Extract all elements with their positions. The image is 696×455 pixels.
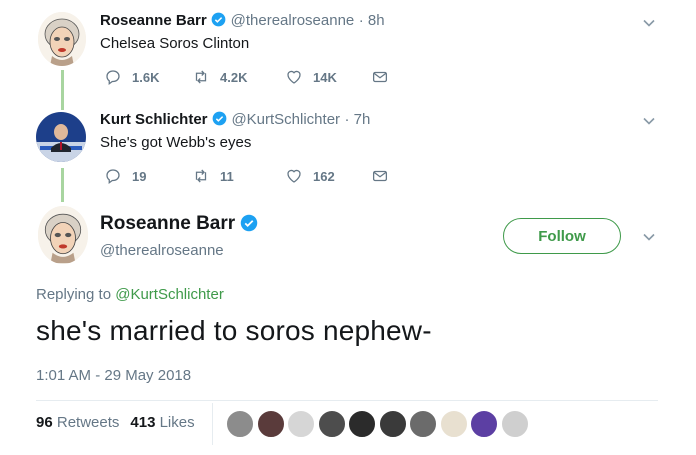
retweet-button[interactable]: 11 xyxy=(192,167,285,185)
avatar-roseanne[interactable] xyxy=(38,12,86,66)
tweet2-name[interactable]: Kurt Schlichter xyxy=(100,111,208,128)
main-name[interactable]: Roseanne Barr xyxy=(100,213,235,234)
like-button[interactable]: 14K xyxy=(285,68,371,86)
roseanne-caricature-icon xyxy=(38,206,88,264)
liker-avatar[interactable] xyxy=(226,410,254,438)
main-header: Roseanne Barr xyxy=(100,213,258,235)
divider xyxy=(36,400,658,401)
liker-avatar[interactable] xyxy=(256,410,285,438)
reply-count: 19 xyxy=(132,168,147,184)
tweet1-name[interactable]: Roseanne Barr xyxy=(100,12,207,29)
liker-avatar[interactable] xyxy=(378,410,407,438)
replying-to-link[interactable]: @KurtSchlichter xyxy=(115,286,224,303)
tweet1-text: Chelsea Soros Clinton xyxy=(100,35,250,52)
likes-label: Likes xyxy=(159,414,195,431)
tweet2-header: Kurt Schlichter @KurtSchlichter · 7h xyxy=(100,111,370,129)
main-tweet-text: she's married to soros nephew- xyxy=(36,315,432,346)
replying-to: Replying to @KurtSchlichter xyxy=(36,286,224,303)
retweet-button[interactable]: 4.2K xyxy=(192,68,285,86)
dm-button[interactable] xyxy=(371,167,389,185)
tweet2-actions: 19 11 162 xyxy=(104,167,389,185)
tweet2-time[interactable]: · 7h xyxy=(345,111,371,128)
likes-stat[interactable]: 413 Likes xyxy=(130,414,194,431)
liker-avatar[interactable] xyxy=(439,410,468,438)
thread-line xyxy=(61,70,64,110)
retweet-count: 4.2K xyxy=(220,69,248,85)
roseanne-caricature-icon xyxy=(38,12,86,66)
chevron-down-icon[interactable] xyxy=(641,113,657,129)
liker-avatar[interactable] xyxy=(287,410,315,438)
kurt-photo-icon xyxy=(36,112,86,162)
like-button[interactable]: 162 xyxy=(285,167,371,185)
dm-button[interactable] xyxy=(371,68,389,86)
reply-icon xyxy=(106,169,120,185)
reply-icon xyxy=(106,70,120,86)
envelope-icon xyxy=(372,170,388,182)
reply-count: 1.6K xyxy=(132,69,160,85)
tweet1-actions: 1.6K 4.2K 14K xyxy=(104,68,389,86)
like-count: 162 xyxy=(313,168,335,184)
likes-count: 413 xyxy=(130,414,156,431)
liker-avatar[interactable] xyxy=(409,410,437,438)
retweets-stat[interactable]: 96 Retweets xyxy=(36,414,119,431)
tweet2-handle[interactable]: @KurtSchlichter xyxy=(231,111,340,128)
liker-avatar[interactable] xyxy=(348,410,376,438)
tweet1-handle[interactable]: @therealroseanne xyxy=(231,12,355,29)
main-handle[interactable]: @therealroseanne xyxy=(100,242,224,259)
like-count: 14K xyxy=(313,69,337,85)
stats-separator xyxy=(212,403,213,445)
tweet1-header: Roseanne Barr @therealroseanne · 8h xyxy=(100,12,385,30)
follow-button[interactable]: Follow xyxy=(503,218,621,254)
retweet-count: 11 xyxy=(220,168,234,184)
engagement-stats: 96 Retweets 413 Likes xyxy=(36,414,195,431)
retweet-icon xyxy=(195,70,207,84)
heart-icon xyxy=(287,70,301,84)
heart-icon xyxy=(287,169,301,183)
chevron-down-icon[interactable] xyxy=(641,229,657,245)
retweets-label: Retweets xyxy=(56,414,120,431)
envelope-icon xyxy=(372,71,388,83)
chevron-down-icon[interactable] xyxy=(641,15,657,31)
liker-avatar[interactable] xyxy=(470,410,498,438)
main-timestamp[interactable]: 1:01 AM - 29 May 2018 xyxy=(36,367,191,384)
tweet1-time[interactable]: · 8h xyxy=(359,12,385,29)
reply-button[interactable]: 19 xyxy=(104,167,192,185)
avatar-roseanne-main[interactable] xyxy=(38,206,88,264)
liker-avatar[interactable] xyxy=(317,410,346,438)
replying-prefix: Replying to xyxy=(36,286,112,303)
liker-avatar[interactable] xyxy=(500,410,529,438)
retweets-count: 96 xyxy=(36,414,53,431)
thread-line xyxy=(61,168,64,202)
verified-badge-icon xyxy=(240,214,257,232)
verified-badge-icon xyxy=(211,12,226,27)
tweet2-text: She's got Webb's eyes xyxy=(100,134,252,151)
reply-button[interactable]: 1.6K xyxy=(104,68,192,86)
verified-badge-icon xyxy=(212,111,227,126)
avatar-kurt[interactable] xyxy=(36,112,86,162)
retweet-icon xyxy=(195,169,207,183)
